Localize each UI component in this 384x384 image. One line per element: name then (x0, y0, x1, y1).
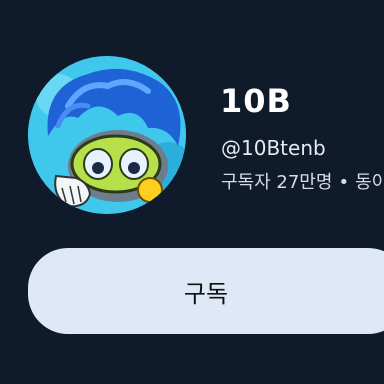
channel-header-screen: 10B @10Btenb 구독자 27만명 • 동이 구독 (0, 0, 384, 384)
subscribe-button[interactable]: 구독 (28, 248, 384, 334)
subscriber-count: 구독자 27만명 (221, 172, 333, 193)
subscribe-button-label: 구독 (183, 279, 229, 308)
stats-separator: • (338, 172, 350, 193)
channel-stats: 구독자 27만명 • 동이 (221, 168, 384, 194)
channel-handle: @10Btenb (221, 136, 326, 160)
channel-name: 10B (220, 82, 292, 120)
channel-avatar[interactable] (28, 56, 186, 214)
diver-mascot-icon (28, 56, 186, 214)
video-count: 동이 (355, 172, 384, 193)
